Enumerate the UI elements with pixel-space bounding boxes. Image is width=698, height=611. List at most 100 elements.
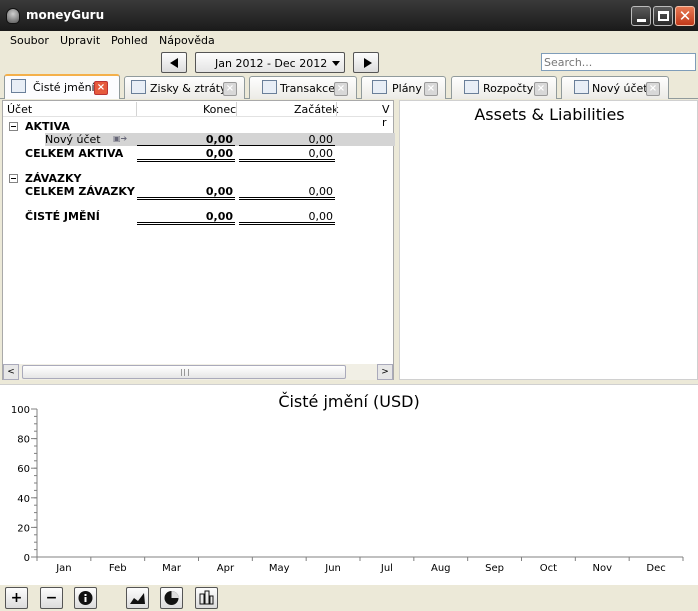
close-tab-icon[interactable]: ×	[94, 81, 108, 95]
x-tick-label: Mar	[162, 563, 182, 574]
tab-label: Transakce	[280, 82, 335, 95]
double-underline	[137, 197, 235, 200]
close-tab-icon[interactable]: ×	[646, 82, 660, 96]
column-divider	[136, 102, 137, 116]
chevron-down-icon	[332, 61, 340, 66]
maximize-button[interactable]	[653, 6, 673, 26]
close-tab-icon[interactable]: ×	[424, 82, 438, 96]
double-underline	[239, 222, 335, 225]
x-tick-label: May	[269, 563, 290, 574]
account-name: Nový účet	[45, 133, 101, 146]
double-underline	[239, 159, 335, 162]
column-header: Účet Konec Začátek V r	[3, 101, 393, 129]
menu-pohled[interactable]: Pohled	[111, 34, 148, 47]
tab-schedules[interactable]: Plány ×	[361, 76, 446, 99]
net-worth-label: ČISTÉ JMĚNÍ	[25, 210, 100, 223]
close-tab-icon[interactable]: ×	[223, 82, 237, 96]
balance-sheet: Účet Konec Začátek V r AKTIVA Nový účet …	[2, 100, 395, 380]
tab-net-worth[interactable]: Čisté jmění ×	[4, 74, 120, 99]
minimize-icon	[637, 19, 646, 22]
x-tick-label: Aug	[431, 563, 451, 574]
column-divider	[236, 102, 237, 116]
account-icon	[574, 80, 589, 94]
x-tick-label: Sep	[485, 563, 504, 574]
title-bar: moneyGuru ✕	[0, 0, 698, 31]
y-tick-label: 80	[17, 435, 30, 446]
pie-chart-icon	[164, 591, 179, 605]
remove-account-button[interactable]: −	[40, 587, 63, 609]
close-icon: ✕	[678, 7, 692, 25]
menu-bar: Soubor Upravit Pohled Nápověda	[0, 31, 698, 51]
tab-budgets[interactable]: Rozpočty ×	[451, 76, 557, 99]
x-tick-label: Jul	[380, 563, 393, 574]
account-info-button[interactable]	[74, 587, 97, 609]
columns-icon	[199, 590, 214, 605]
minimize-button[interactable]	[631, 6, 651, 26]
remove-icon: −	[45, 590, 58, 606]
x-tick-label: Nov	[592, 563, 612, 574]
toggle-columns-button[interactable]	[195, 587, 218, 609]
search-box[interactable]	[541, 53, 696, 71]
assets-header-row: AKTIVA	[3, 120, 393, 134]
scroll-right-icon[interactable]: >	[377, 364, 393, 380]
transaction-icon	[262, 80, 277, 94]
column-end[interactable]: Konec	[203, 103, 236, 116]
arrow-right-icon	[364, 58, 372, 68]
budget-icon	[464, 80, 479, 94]
tab-label: Čisté jmění	[33, 81, 95, 94]
menu-upravit[interactable]: Upravit	[60, 34, 100, 47]
y-tick-label: 20	[17, 523, 30, 534]
tab-label: Plány	[392, 82, 422, 95]
assets-liabilities-panel: Assets & Liabilities	[399, 100, 698, 380]
scroll-left-icon[interactable]: <	[3, 364, 19, 380]
chart-title: Čisté jmění (USD)	[278, 392, 419, 411]
account-arrow-icon[interactable]: ▣➔	[113, 134, 127, 143]
liabilities-total-label: CELKEM ZÁVAZKY	[25, 185, 135, 198]
x-tick-label: Feb	[109, 563, 127, 574]
profit-icon	[131, 80, 146, 94]
column-start[interactable]: Začátek	[294, 103, 339, 116]
assets-total-label: CELKEM AKTIVA	[25, 147, 124, 160]
window-title: moneyGuru	[26, 8, 105, 22]
y-tick-label: 0	[24, 553, 30, 564]
info-icon	[78, 591, 93, 605]
toggle-pie-button[interactable]	[160, 587, 183, 609]
y-tick-label: 100	[11, 405, 30, 416]
horizontal-scrollbar[interactable]: < >	[3, 364, 393, 380]
tab-transactions[interactable]: Transakce ×	[249, 76, 357, 99]
date-range-selector[interactable]: Jan 2012 - Dec 2012	[195, 52, 345, 73]
close-tab-icon[interactable]: ×	[334, 82, 348, 96]
x-tick-label: Oct	[540, 563, 557, 574]
tab-label: Nový účet	[592, 82, 648, 95]
menu-soubor[interactable]: Soubor	[10, 34, 49, 47]
column-account[interactable]: Účet	[7, 103, 32, 116]
x-tick-label: Dec	[646, 563, 665, 574]
maximize-icon	[658, 11, 669, 21]
assets-header: AKTIVA	[25, 120, 70, 133]
underline	[137, 145, 235, 146]
column-divider	[336, 102, 337, 116]
add-icon: +	[10, 590, 23, 606]
y-tick-label: 60	[17, 464, 30, 475]
tab-profit-loss[interactable]: Zisky & ztráty ×	[124, 76, 245, 99]
net-worth-graph: Čisté jmění (USD) 0 20 40 60 80 100 Jan Feb Mar Ap…	[11, 392, 684, 574]
toggle-graph-button[interactable]	[126, 587, 149, 609]
liabilities-header: ZÁVAZKY	[25, 172, 82, 185]
tab-bar: Čisté jmění × Zisky & ztráty × Transakce…	[0, 74, 698, 99]
previous-period-button[interactable]	[161, 52, 187, 73]
close-tab-icon[interactable]: ×	[534, 82, 548, 96]
add-account-button[interactable]: +	[5, 587, 28, 609]
close-button[interactable]: ✕	[675, 6, 695, 26]
next-period-button[interactable]	[353, 52, 379, 73]
x-tick-label: Jan	[55, 563, 71, 574]
net-worth-chart: Čisté jmění (USD) 0 20 40 60 80 100 Jan Feb Mar Ap…	[0, 385, 698, 585]
tab-new-account[interactable]: Nový účet ×	[561, 76, 669, 99]
arrow-left-icon	[170, 58, 178, 68]
underline	[239, 145, 335, 146]
app-logo-icon	[6, 8, 20, 24]
menu-napoveda[interactable]: Nápověda	[159, 34, 215, 47]
search-input[interactable]	[542, 54, 692, 70]
x-tick-label: Apr	[217, 563, 235, 574]
scroll-thumb[interactable]	[22, 365, 346, 379]
double-underline	[137, 159, 235, 162]
